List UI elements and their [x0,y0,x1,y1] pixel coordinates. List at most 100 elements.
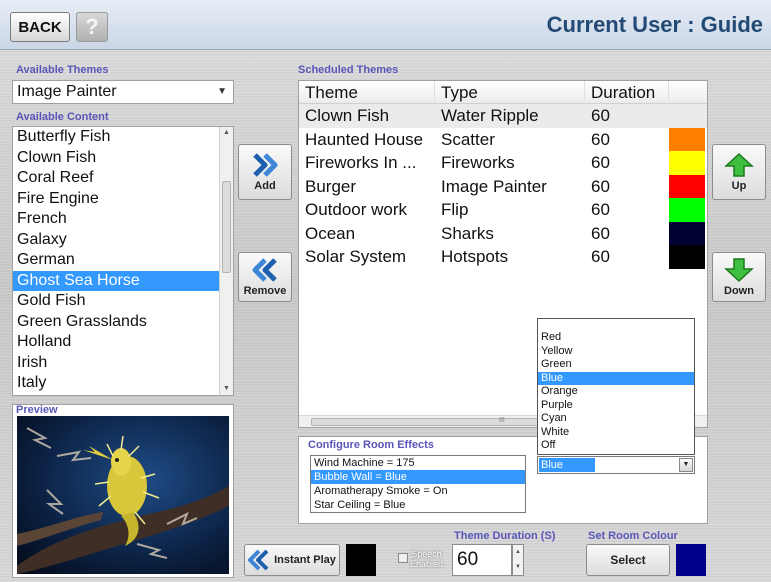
room-colour-swatch [676,544,706,576]
instant-play-button[interactable]: Instant Play [244,544,340,576]
available-content-list[interactable]: Butterfly Fish Clown Fish Coral Reef Fire E… [12,126,234,396]
cell-type: Fireworks [441,153,515,172]
list-item[interactable]: Green Grasslands [13,312,219,333]
speech-label-line2: Enabled [410,559,444,569]
dropdown-option[interactable]: Off [538,439,694,453]
row-colour-swatch [669,198,705,222]
arrow-up-icon [724,152,754,177]
remove-label: Remove [243,285,287,297]
dropdown-option[interactable]: Orange [538,385,694,399]
set-room-colour-label: Set Room Colour [588,530,678,542]
speech-enabled-checkbox[interactable] [398,553,408,563]
effect-colour-select[interactable]: Blue ▼ [537,456,695,474]
list-item[interactable]: Aromatherapy Smoke = On [311,484,525,498]
cell-theme: Haunted House [305,129,424,149]
scroll-grip: III [499,417,505,424]
scroll-thumb[interactable] [222,181,231,273]
dropdown-option[interactable]: Cyan [538,412,694,426]
available-themes-value: Image Painter [17,83,117,100]
list-item[interactable]: Ghost Sea Horse [13,270,219,291]
list-item[interactable]: Butterfly Fish [13,127,219,148]
dropdown-option[interactable]: White [538,426,694,440]
cell-duration: 60 [591,223,610,243]
down-label: Down [724,285,754,297]
preview-label: Preview [16,404,58,416]
dropdown-option[interactable]: Red [538,331,694,345]
list-item[interactable]: Holland [13,332,219,353]
arrow-down-icon [724,258,754,283]
cell-duration: 60 [591,153,610,172]
select-room-colour-button[interactable]: Select [586,544,670,576]
list-item[interactable]: Irish [13,353,219,374]
cell-duration: 60 [591,176,610,196]
column-header-duration[interactable]: Duration [585,81,669,104]
instant-play-colour-swatch [346,544,376,576]
speech-label-line1: Speech [411,549,442,559]
speech-enabled-label: Speech Enabled [410,549,443,569]
list-item[interactable]: Star Ceiling = Blue [311,498,525,512]
column-header-type[interactable]: Type [435,81,585,104]
cell-duration: 60 [591,106,610,125]
list-item[interactable]: Wind Machine = 175 [311,456,525,470]
list-item[interactable]: Fire Engine [13,189,219,210]
spin-down-icon[interactable]: ▼ [513,560,523,575]
table-row[interactable]: Burger Image Painter 60 [299,174,707,198]
preview-image [17,416,229,574]
table-header: Theme Type Duration [299,81,707,104]
list-item[interactable]: Coral Reef [13,168,219,189]
cell-duration: 60 [591,129,610,149]
help-button[interactable]: ? [76,12,108,42]
down-button[interactable]: Down [712,252,766,302]
cell-theme: Fireworks In ... [305,153,417,172]
cell-theme: Solar System [305,247,407,266]
list-item[interactable]: Clown Fish [13,148,219,169]
row-colour-swatch [669,221,705,245]
dropdown-option[interactable]: Purple [538,399,694,413]
remove-button[interactable]: Remove [238,252,292,302]
double-chevron-left-icon [248,549,269,571]
list-item[interactable]: Gold Fish [13,291,219,312]
list-item[interactable]: Italy [13,373,219,394]
table-row[interactable]: Solar System Hotspots 60 [299,245,707,269]
list-item[interactable]: German [13,250,219,271]
row-colour-swatch [669,151,705,175]
cell-type: Hotspots [441,247,509,266]
current-user-title: Current User : Guide [546,12,763,37]
dropdown-spacer [538,319,694,331]
list-item[interactable]: Bubble Wall = Blue [311,470,525,484]
table-row[interactable]: Outdoor work Flip 60 [299,198,707,222]
content-list-scrollbar[interactable]: ▲ ▼ [219,127,233,395]
table-row[interactable]: Clown Fish Water Ripple 60 [299,104,707,128]
dropdown-arrow-icon[interactable]: ▼ [679,458,693,472]
room-effects-list[interactable]: Wind Machine = 175 Bubble Wall = Blue Arom… [310,455,526,513]
table-row[interactable]: Ocean Sharks 60 [299,221,707,245]
dropdown-option[interactable]: Yellow [538,345,694,359]
double-chevron-right-icon [253,153,278,177]
available-themes-label: Available Themes [16,64,109,76]
up-label: Up [731,180,747,192]
scroll-up-arrow-icon[interactable]: ▲ [220,127,233,139]
colour-dropdown-list[interactable]: Red Yellow Green Blue Orange Purple Cyan White O… [537,318,695,455]
dropdown-arrow-icon: ▼ [217,86,227,97]
scroll-down-arrow-icon[interactable]: ▼ [220,383,233,395]
cell-theme: Outdoor work [305,200,408,219]
available-content-label: Available Content [16,111,109,123]
back-button[interactable]: BACK [10,12,70,42]
cell-theme: Burger [305,176,357,196]
dropdown-option[interactable]: Green [538,358,694,372]
cell-type: Flip [441,200,469,219]
add-button[interactable]: Add [238,144,292,200]
table-row[interactable]: Haunted House Scatter 60 [299,127,707,151]
spin-up-icon[interactable]: ▲ [513,545,523,560]
duration-spinner[interactable]: ▲ ▼ [512,544,524,576]
list-item[interactable]: French [13,209,219,230]
table-row[interactable]: Fireworks In ... Fireworks 60 [299,151,707,175]
theme-duration-input[interactable]: 60 [452,544,512,576]
effect-colour-value: Blue [539,458,595,472]
up-button[interactable]: Up [712,144,766,200]
dropdown-option[interactable]: Blue [538,371,694,385]
column-header-theme[interactable]: Theme [299,81,435,104]
scheduled-themes-label: Scheduled Themes [298,64,399,76]
list-item[interactable]: Galaxy [13,230,219,251]
available-themes-dropdown[interactable]: Image Painter ▼ [12,80,234,104]
